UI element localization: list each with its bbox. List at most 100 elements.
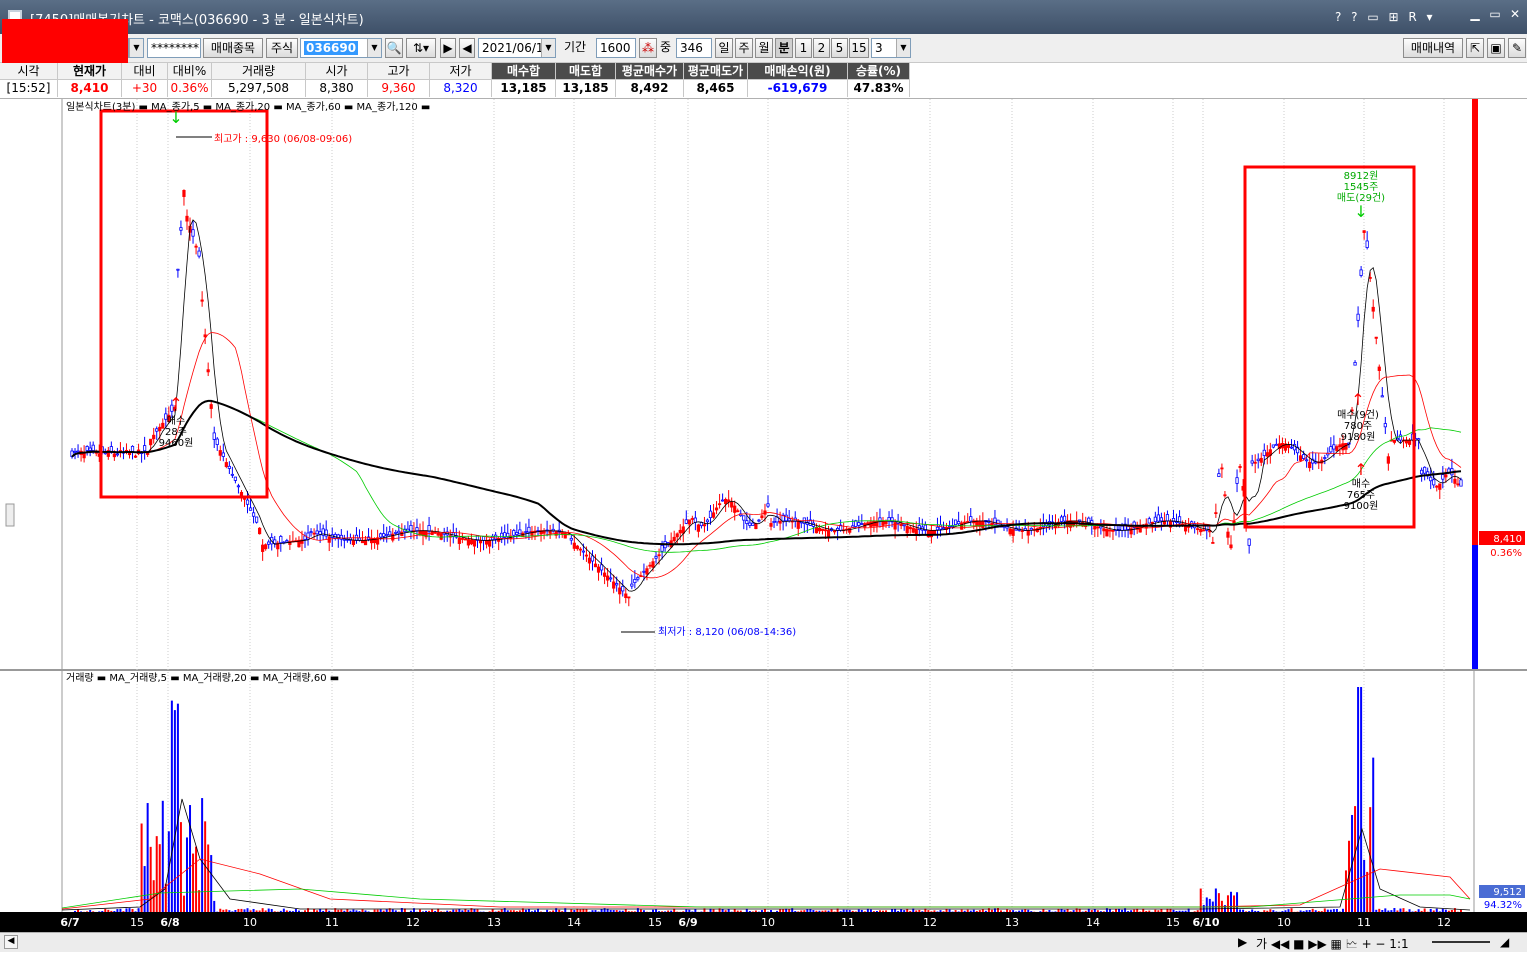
candle <box>1251 461 1253 463</box>
scroll-right-button[interactable]: ▶ <box>1238 935 1247 949</box>
candle <box>1203 530 1205 531</box>
quote-value-10: 8,492 <box>616 80 684 97</box>
minute-1-button[interactable]: 1 <box>795 38 812 58</box>
password-field[interactable]: ******** <box>147 38 201 58</box>
volume-legend: 거래량 ▬ MA_거래량,5 ▬ MA_거래량,20 ▬ MA_거래량,60 ▬ <box>66 672 339 684</box>
candle-chart[interactable]: 일본식차트(3분) ▬ MA_종가,5 ▬ MA_종가,20 ▬ MA_종가,6… <box>0 99 1527 912</box>
account-dropdown[interactable]: ▼ <box>128 38 144 58</box>
candle <box>1305 460 1307 461</box>
maximize-button[interactable]: ▭ <box>1485 6 1505 22</box>
buy3-label-1: 765주 <box>1347 490 1375 501</box>
unit-day-button[interactable]: 일 <box>715 38 733 58</box>
candle <box>579 549 581 550</box>
candle <box>1239 466 1241 467</box>
candle <box>149 439 151 445</box>
date-input[interactable]: 2021/06/10▼ <box>478 38 556 58</box>
candle <box>815 527 817 532</box>
candle <box>697 525 699 531</box>
candle <box>634 579 636 582</box>
quote-header-12: 매매손익(원) <box>748 63 848 80</box>
prev-icon[interactable]: ◀ <box>459 38 475 58</box>
volume-bar <box>1230 892 1232 912</box>
candle <box>1215 513 1217 514</box>
candle <box>1212 542 1214 543</box>
candle <box>1384 424 1386 427</box>
volume-bar <box>1366 872 1368 912</box>
candle <box>485 540 487 544</box>
candle <box>1248 539 1250 545</box>
chart-area[interactable]: 일본식차트(3분) ▬ MA_종가,5 ▬ MA_종가,20 ▬ MA_종가,6… <box>0 99 1527 912</box>
volume-bar <box>1203 905 1205 912</box>
minute-select[interactable]: 3▼ <box>871 38 911 58</box>
quote-value-13: 47.83% <box>848 80 910 97</box>
candle <box>1218 474 1220 477</box>
minute-5-button[interactable]: 5 <box>831 38 848 58</box>
volume-bar <box>1200 889 1202 912</box>
unit-minute-button[interactable]: 분 <box>775 38 793 58</box>
candle <box>1357 314 1359 320</box>
candle <box>588 558 590 563</box>
search-icon[interactable]: 🔍 <box>385 38 403 58</box>
settings-icon[interactable]: ✎ <box>1508 38 1526 58</box>
mid-input[interactable]: 346 <box>676 38 712 58</box>
quote-header-6: 고가 <box>368 63 430 80</box>
candle <box>1236 478 1238 484</box>
chart-tools[interactable]: 가 ◀◀ ■ ▶▶ ▦ 🗠 + − 1:1 <box>1256 935 1409 956</box>
volume-bar <box>1354 806 1356 912</box>
candle <box>207 370 209 372</box>
trade-items-button[interactable]: 매매종목 <box>203 38 263 58</box>
trade-history-button[interactable]: 매매내역 <box>1403 38 1463 58</box>
candle <box>264 545 266 549</box>
period-label: 기간 <box>564 38 594 58</box>
unit-month-button[interactable]: 월 <box>755 38 773 58</box>
save-icon[interactable]: ▣ <box>1487 38 1505 58</box>
candle <box>691 518 693 519</box>
candle <box>1109 530 1111 531</box>
minute-15-button[interactable]: 15 <box>849 38 869 58</box>
candle <box>827 530 829 536</box>
candle <box>570 538 572 540</box>
candle <box>313 533 315 534</box>
quote-header-7: 저가 <box>430 63 492 80</box>
x-axis-label: 15 <box>648 916 662 929</box>
play-icon[interactable]: ▶ <box>440 38 456 58</box>
zoom-slider[interactable] <box>1432 941 1490 943</box>
export-icon[interactable]: ⇱ <box>1466 38 1484 58</box>
resize-grip-icon[interactable]: ◢ <box>1500 935 1509 949</box>
stock-type-button[interactable]: 주식 <box>266 38 298 58</box>
chart-icon[interactable]: ⁂ <box>639 38 657 58</box>
candle <box>156 429 158 431</box>
candle <box>603 573 605 576</box>
x-axis-label: 15 <box>1166 916 1180 929</box>
quote-table: 시각[15:52]현재가8,410대비+30대비%0.36%거래량5,297,5… <box>0 63 1527 99</box>
sort-icon[interactable]: ⇅▾ <box>406 38 436 58</box>
scroll-left-button[interactable]: ◀ <box>4 935 18 949</box>
volume-bar <box>192 854 194 912</box>
candle <box>994 518 996 524</box>
minute-2-button[interactable]: 2 <box>813 38 830 58</box>
candle <box>488 540 490 546</box>
candle <box>1200 529 1202 531</box>
candle <box>970 517 972 521</box>
candle <box>1039 528 1041 529</box>
close-button[interactable]: ✕ <box>1505 6 1525 22</box>
window-tools[interactable]: ? ? ▭ ⊞ R ▾ <box>1335 10 1436 24</box>
candle <box>637 578 639 580</box>
candle <box>609 578 611 579</box>
candle <box>1287 445 1289 447</box>
candle <box>873 521 875 526</box>
period-input[interactable]: 1600 <box>596 38 636 58</box>
buy1-label-1: 28주 <box>165 427 187 438</box>
candle <box>749 523 751 525</box>
minimize-button[interactable]: ▁ <box>1465 6 1485 22</box>
candle <box>655 556 657 558</box>
volume-bar <box>213 901 215 912</box>
stock-code-input[interactable]: 036690▼ <box>300 38 382 58</box>
candle <box>513 530 515 535</box>
candle <box>679 530 681 533</box>
candle <box>1375 337 1377 338</box>
unit-week-button[interactable]: 주 <box>735 38 753 58</box>
candle <box>673 537 675 540</box>
candle <box>963 522 965 523</box>
quote-header-9: 매도합 <box>556 63 616 80</box>
